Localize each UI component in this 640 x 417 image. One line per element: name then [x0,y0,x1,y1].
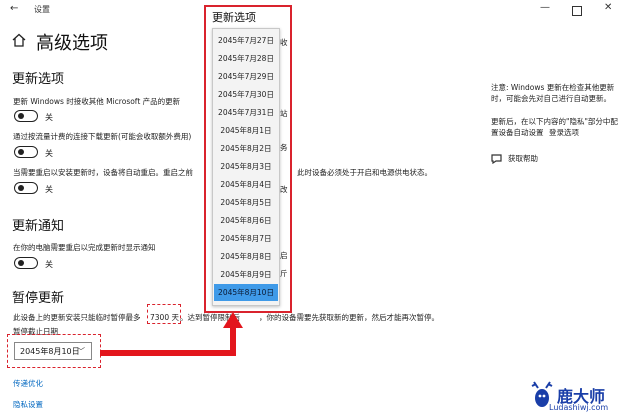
other-ms-products-toggle[interactable] [14,110,38,122]
date-option[interactable]: 2045年7月27日 [214,32,278,49]
date-option[interactable]: 2045年7月31日 [214,104,278,121]
pause-date-select[interactable]: 2045年8月10日 ﹀ [14,342,92,360]
toggle-state-label: 关 [45,260,53,269]
sidebar-note1-line2: 时，可能会先对自己进行自动更新。 [491,94,611,103]
date-option[interactable]: 2045年8月3日 [214,158,278,175]
auto-restart-label-cont: 此时设备必须处于开启和电源供电状态。 [297,168,432,177]
dropdown-title: 更新选项 [212,11,256,24]
app-title: 设置 [34,5,50,14]
date-option[interactable]: 2045年8月5日 [214,194,278,211]
date-option[interactable]: 2045年7月30日 [214,86,278,103]
annotation-arrow-riser [230,326,236,356]
date-option-selected[interactable]: 2045年8月10日 [214,284,278,301]
chevron-down-icon: ﹀ [77,347,85,356]
delivery-optimization-link[interactable]: 传递优化 [13,378,43,389]
date-option[interactable]: 2045年8月6日 [214,212,278,229]
date-option[interactable]: 2045年8月9日 [214,266,278,283]
peek-text: 务 [280,143,288,152]
peek-text: 收 [280,38,288,47]
pause-updates-heading: 暂停更新 [12,291,65,306]
peek-text: 改 [280,185,288,194]
date-option[interactable]: 2045年7月29日 [214,68,278,85]
date-option[interactable]: 2045年7月28日 [214,50,278,67]
maximize-icon[interactable] [572,6,582,16]
page-title: 高级选项 [36,33,108,54]
toggle-state-label: 关 [45,149,53,158]
pause-desc-left: 此设备上的更新安装只能临时暂停最多 [13,313,141,322]
auto-restart-label: 当需要重启以安装更新时，设备将自动重启。重启之前 [13,168,193,177]
peek-text: 斤 [280,269,288,278]
metered-connection-label: 通过按流量计费的连接下载更新(可能会收取额外费用) [13,132,192,141]
minimize-icon[interactable]: — [540,2,550,13]
back-arrow-icon[interactable]: ← [10,3,18,14]
date-option[interactable]: 2045年8月4日 [214,176,278,193]
auto-restart-toggle[interactable] [14,182,38,194]
peek-text: 站 [280,109,288,118]
date-option[interactable]: 2045年8月2日 [214,140,278,157]
metered-connection-toggle[interactable] [14,146,38,158]
chat-help-icon [491,154,502,164]
watermark-url: Ludashiwj.com [549,403,609,412]
restart-notify-toggle[interactable] [14,257,38,269]
pause-days-value: 7300 天 [150,313,179,322]
date-option[interactable]: 2045年8月8日 [214,248,278,265]
pause-desc-right: ，你的设备需要先获取新的更新，然后才能再次暂停。 [259,313,439,322]
date-option[interactable]: 2045年8月7日 [214,230,278,247]
update-notify-heading: 更新通知 [12,219,65,234]
toggle-state-label: 关 [45,113,53,122]
annotation-arrow-head-icon [223,312,243,328]
date-option[interactable]: 2045年8月1日 [214,122,278,139]
privacy-settings-link[interactable]: 隐私设置 [13,399,43,410]
close-icon[interactable]: ✕ [604,2,612,13]
peek-text: 启 [280,251,288,260]
update-options-heading: 更新选项 [12,72,65,87]
home-icon[interactable] [12,33,26,47]
sidebar-note2-line1: 更新后，在以下内容的"隐私"部分中配 [491,117,618,126]
sign-in-options-link[interactable]: 登录选项 [549,127,579,138]
pause-date-value: 2045年8月10日 [20,347,80,356]
date-dropdown-list[interactable]: 2045年7月27日 2045年7月28日 2045年7月29日 2045年7月… [212,28,280,306]
restart-notify-label: 在你的电脑需要重启以完成更新时显示通知 [13,243,156,252]
get-help-link[interactable]: 获取帮助 [508,153,538,164]
annotation-arrow-shaft [100,350,234,356]
sidebar-note1-line1: 注意: Windows 更新在检查其他更新 [491,83,615,92]
toggle-state-label: 关 [45,185,53,194]
sidebar-note2-line2: 置设备自动设置 [491,128,544,137]
other-ms-products-label: 更新 Windows 时接收其他 Microsoft 产品的更新 [13,97,181,106]
